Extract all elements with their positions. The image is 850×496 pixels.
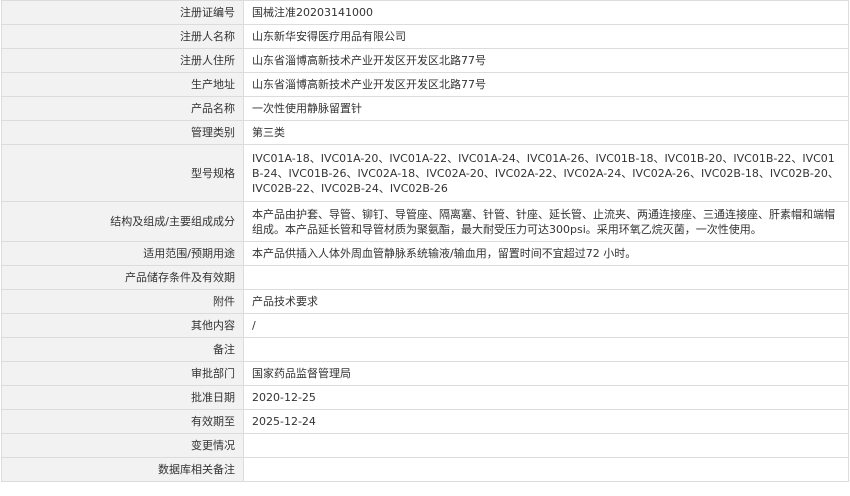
value-storage-validity [243, 265, 849, 290]
value-attachment: 产品技术要求 [243, 289, 849, 314]
label-storage-validity: 产品储存条件及有效期 [1, 265, 244, 290]
row-intended-use: 适用范围/预期用途 本产品供插入人体外周血管静脉系统输液/输血用，留置时间不宜超… [1, 241, 849, 266]
value-registrant-name: 山东新华安得医疗用品有限公司 [243, 24, 849, 49]
label-registrant-name: 注册人名称 [1, 24, 244, 49]
value-database-remarks [243, 457, 849, 482]
value-intended-use: 本产品供插入人体外周血管静脉系统输液/输血用，留置时间不宜超过72 小时。 [243, 241, 849, 266]
row-approval-department: 审批部门 国家药品监督管理局 [1, 361, 849, 386]
value-remarks [243, 337, 849, 362]
row-storage-validity: 产品储存条件及有效期 [1, 265, 849, 290]
row-product-name: 产品名称 一次性使用静脉留置针 [1, 96, 849, 121]
row-registrant-address: 注册人住所 山东省淄博高新技术产业开发区开发区北路77号 [1, 48, 849, 73]
row-management-category: 管理类别 第三类 [1, 120, 849, 145]
label-database-remarks: 数据库相关备注 [1, 457, 244, 482]
row-approval-date: 批准日期 2020-12-25 [1, 385, 849, 410]
row-registration-number: 注册证编号 国械注准20203141000 [1, 0, 849, 25]
value-registration-number: 国械注准20203141000 [243, 0, 849, 25]
row-registrant-name: 注册人名称 山东新华安得医疗用品有限公司 [1, 24, 849, 49]
row-production-address: 生产地址 山东省淄博高新技术产业开发区开发区北路77号 [1, 72, 849, 97]
value-management-category: 第三类 [243, 120, 849, 145]
label-approval-department: 审批部门 [1, 361, 244, 386]
value-model-specification: IVC01A-18、IVC01A-20、IVC01A-22、IVC01A-24、… [243, 144, 849, 202]
row-valid-until: 有效期至 2025-12-24 [1, 409, 849, 434]
label-model-specification: 型号规格 [1, 144, 244, 202]
label-intended-use: 适用范围/预期用途 [1, 241, 244, 266]
value-approval-department: 国家药品监督管理局 [243, 361, 849, 386]
value-other-content: / [243, 313, 849, 338]
value-registrant-address: 山东省淄博高新技术产业开发区开发区北路77号 [243, 48, 849, 73]
value-structure-composition: 本产品由护套、导管、铆钉、导管座、隔离塞、针管、针座、延长管、止流夹、两通连接座… [243, 201, 849, 242]
label-change-status: 变更情况 [1, 433, 244, 458]
registration-info-table: 注册证编号 国械注准20203141000 注册人名称 山东新华安得医疗用品有限… [1, 0, 849, 482]
row-database-remarks: 数据库相关备注 [1, 457, 849, 482]
value-approval-date: 2020-12-25 [243, 385, 849, 410]
label-approval-date: 批准日期 [1, 385, 244, 410]
row-attachment: 附件 产品技术要求 [1, 289, 849, 314]
label-registration-number: 注册证编号 [1, 0, 244, 25]
label-other-content: 其他内容 [1, 313, 244, 338]
value-production-address: 山东省淄博高新技术产业开发区开发区北路77号 [243, 72, 849, 97]
label-attachment: 附件 [1, 289, 244, 314]
label-structure-composition: 结构及组成/主要组成成分 [1, 201, 244, 242]
value-change-status [243, 433, 849, 458]
row-remarks: 备注 [1, 337, 849, 362]
label-valid-until: 有效期至 [1, 409, 244, 434]
row-change-status: 变更情况 [1, 433, 849, 458]
row-other-content: 其他内容 / [1, 313, 849, 338]
row-model-specification: 型号规格 IVC01A-18、IVC01A-20、IVC01A-22、IVC01… [1, 144, 849, 202]
label-registrant-address: 注册人住所 [1, 48, 244, 73]
label-production-address: 生产地址 [1, 72, 244, 97]
label-product-name: 产品名称 [1, 96, 244, 121]
label-management-category: 管理类别 [1, 120, 244, 145]
value-product-name: 一次性使用静脉留置针 [243, 96, 849, 121]
label-remarks: 备注 [1, 337, 244, 362]
row-structure-composition: 结构及组成/主要组成成分 本产品由护套、导管、铆钉、导管座、隔离塞、针管、针座、… [1, 201, 849, 242]
value-valid-until: 2025-12-24 [243, 409, 849, 434]
